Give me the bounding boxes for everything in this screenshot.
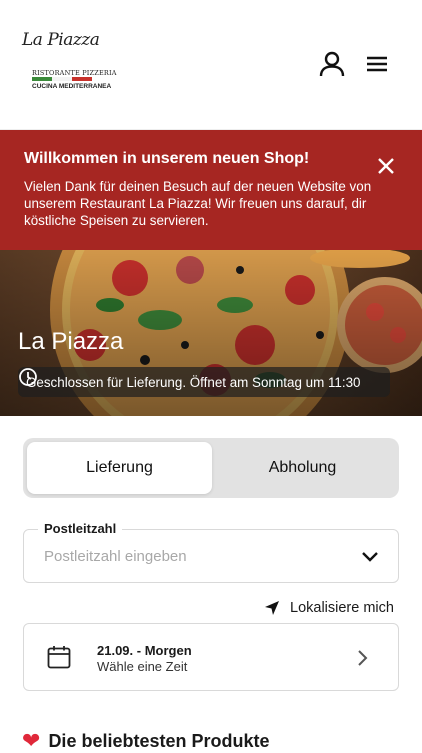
locate-me-label: Lokalisiere mich	[290, 600, 394, 616]
chevron-right-icon	[358, 650, 368, 666]
popular-products-heading: ❤ Die beliebtesten Produkte	[22, 730, 270, 752]
restaurant-logo[interactable]: La Piazza RISTORANTE PIZZERIA CUCINA MED…	[22, 30, 116, 94]
logo-line-1: RISTORANTE PIZZERIA	[32, 69, 117, 77]
time-selector[interactable]: 21.09. - Morgen Wähle eine Zeit	[23, 623, 399, 691]
heart-icon: ❤	[22, 728, 41, 753]
menu-icon	[367, 56, 387, 72]
banner-text: Vielen Dank für deinen Besuch auf der ne…	[24, 179, 372, 228]
menu-button[interactable]	[362, 50, 392, 78]
welcome-banner: Willkommen in unserem neuen Shop! Vielen…	[0, 130, 422, 250]
banner-title: Willkommen in unserem neuen Shop!	[24, 150, 310, 167]
postcode-input[interactable]	[44, 548, 344, 565]
calendar-icon	[47, 646, 71, 669]
logo-script-text: La Piazza	[22, 30, 100, 50]
selected-date: 21.09. - Morgen	[97, 643, 192, 658]
close-icon	[378, 158, 394, 174]
order-mode-toggle: Lieferung Abholung	[23, 438, 399, 498]
location-arrow-icon	[265, 601, 279, 615]
delivery-status-text: Geschlossen für Lieferung. Öffnet am Son…	[26, 374, 361, 390]
delivery-status-badge: Geschlossen für Lieferung. Öffnet am Son…	[18, 367, 390, 397]
delivery-option-button[interactable]: Lieferung	[27, 442, 212, 494]
logo-line-2: CUCINA MEDITERRANEA	[32, 83, 112, 90]
choose-time-hint: Wähle eine Zeit	[97, 659, 188, 674]
chevron-down-icon[interactable]	[360, 550, 380, 564]
pickup-option-button[interactable]: Abholung	[210, 442, 395, 494]
site-header: La Piazza RISTORANTE PIZZERIA CUCINA MED…	[0, 0, 422, 130]
restaurant-name: La Piazza	[18, 328, 124, 355]
locate-me-button[interactable]: Lokalisiere mich	[264, 598, 394, 618]
clock-icon	[19, 368, 37, 386]
popular-products-title: Die beliebtesten Produkte	[48, 730, 270, 751]
italian-flag-stripe	[32, 77, 92, 81]
hero-image: La Piazza Geschlossen für Lieferung. Öff…	[0, 250, 422, 416]
postcode-label: Postleitzahl	[38, 521, 123, 536]
user-icon	[319, 51, 345, 77]
account-button[interactable]	[318, 50, 346, 78]
postcode-field[interactable]: Postleitzahl	[23, 521, 399, 583]
close-banner-button[interactable]	[374, 154, 398, 178]
